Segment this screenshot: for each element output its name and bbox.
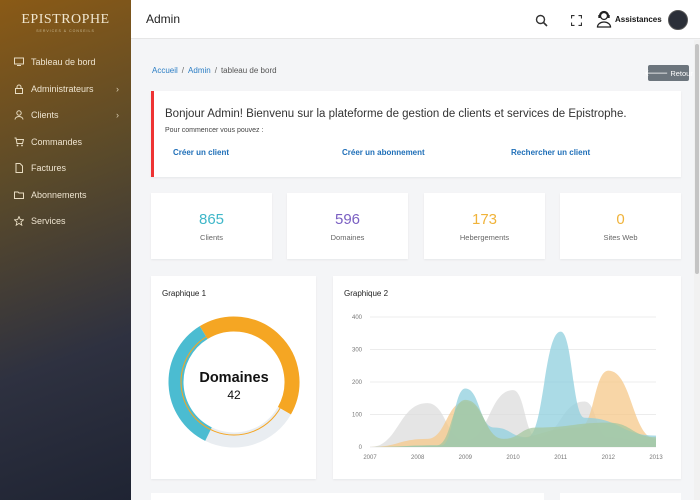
avatar[interactable] <box>668 10 688 30</box>
chevron-right-icon: › <box>116 83 119 94</box>
top-bar: Admin Assistances <box>131 0 700 39</box>
chart1-card: Graphique 1 Domaines 42 <box>151 276 316 479</box>
brand-subtitle: SERVICES & CONSEILS <box>36 28 95 33</box>
sidebar-item-label: Administrateurs <box>31 83 94 94</box>
stat-card-clients: 865 Clients <box>151 193 272 259</box>
stat-value: 865 <box>198 211 225 228</box>
monitor-icon <box>13 56 25 68</box>
brand-logo[interactable]: EPISTROPHE SERVICES & CONSEILS <box>0 0 131 40</box>
create-client-link[interactable]: Créer un client <box>173 148 229 157</box>
chevron-right-icon: › <box>116 110 119 120</box>
search-button[interactable] <box>533 12 549 28</box>
file-icon <box>13 162 25 174</box>
stat-value: 596 <box>334 211 361 228</box>
sidebar: EPISTROPHE SERVICES & CONSEILS Tableau d… <box>0 0 131 500</box>
x-tick-label: 2010 <box>506 455 520 461</box>
search-client-link[interactable]: Rechercher un client <box>511 148 590 157</box>
scrollbar[interactable] <box>694 40 700 500</box>
create-subscription-link[interactable]: Créer un abonnement <box>342 148 425 157</box>
assistance-label: Assistances <box>615 14 662 24</box>
x-tick-label: 2011 <box>554 455 568 461</box>
y-tick-label: 200 <box>352 380 363 386</box>
cart-icon <box>13 136 25 148</box>
x-tick-label: 2007 <box>363 455 377 461</box>
breadcrumb-separator: / <box>181 66 185 75</box>
fullscreen-icon <box>570 14 582 26</box>
donut-slice[interactable] <box>199 316 300 415</box>
assistance-button[interactable]: Assistances <box>596 10 662 28</box>
back-button[interactable]: 🡐 Retour <box>644 65 693 81</box>
sidebar-item-clients[interactable]: Clients › <box>0 102 131 129</box>
folder-icon <box>13 189 25 201</box>
support-agent-icon <box>596 10 612 28</box>
sidebar-nav: Tableau de bord Administrateurs › Client… <box>0 49 131 235</box>
bottom-card-left <box>151 493 544 500</box>
sidebar-item-tableau-de-bord[interactable]: Tableau de bord <box>0 49 131 76</box>
donut-slice[interactable] <box>205 406 291 448</box>
sidebar-item-factures[interactable]: Factures <box>0 155 131 182</box>
x-tick-label: 2012 <box>602 455 616 461</box>
breadcrumb-separator: / <box>214 66 217 75</box>
stat-card-hebergements: 173 Hebergements <box>424 193 545 259</box>
sidebar-item-label: Tableau de bord <box>31 57 96 68</box>
donut-center-label: Domaines <box>199 370 268 386</box>
breadcrumb-home-link[interactable]: Accueil <box>152 66 178 75</box>
x-tick-label: 2008 <box>411 455 425 461</box>
stat-label: Domaines <box>330 233 365 242</box>
lock-icon <box>13 83 25 95</box>
brand-title: EPISTROPHE <box>21 11 110 27</box>
x-tick-label: 2009 <box>459 455 473 461</box>
stat-value: 173 <box>471 211 498 228</box>
sidebar-item-label: Services <box>31 216 66 227</box>
bottom-card-right <box>560 493 681 500</box>
stat-label: Sites Web <box>603 233 638 242</box>
sidebar-item-administrateurs[interactable]: Administrateurs › <box>0 76 131 103</box>
back-button-label: Retour <box>670 68 693 78</box>
chart2-card: Graphique 2 2007 2008 2009 2010 2011 2012 2013… <box>333 276 681 479</box>
y-tick-label: 100 <box>352 413 363 419</box>
stat-card-domaines: 596 Domaines <box>287 193 408 259</box>
sidebar-item-label: Commandes <box>31 136 83 147</box>
sidebar-item-label: Abonnements <box>31 189 87 200</box>
donut-chart: Domaines 42 <box>168 316 300 448</box>
area-chart: 2007 2008 2009 2010 2011 2012 2013 0 100 200 300 4… <box>352 315 663 461</box>
stat-card-sites-web: 0 Sites Web <box>560 193 681 259</box>
search-icon <box>535 14 548 27</box>
stat-label: Clients <box>200 233 223 242</box>
x-tick-label: 2013 <box>649 455 663 461</box>
star-icon <box>13 215 25 227</box>
page-title: Admin <box>146 12 181 26</box>
welcome-message: Bonjour Admin! Bienvenu sur la plateform… <box>165 108 627 120</box>
breadcrumb: Accueil / Admin / tableau de bord <box>152 66 277 75</box>
y-tick-label: 300 <box>352 348 363 354</box>
scrollbar-thumb[interactable] <box>695 44 699 274</box>
breadcrumb-current: tableau de bord <box>220 66 277 75</box>
sidebar-item-services[interactable]: Services <box>0 208 131 235</box>
welcome-panel: Bonjour Admin! Bienvenu sur la plateform… <box>151 91 681 177</box>
sidebar-item-abonnements[interactable]: Abonnements <box>0 182 131 209</box>
user-icon <box>13 109 25 121</box>
sidebar-item-commandes[interactable]: Commandes <box>0 129 131 156</box>
breadcrumb-admin-link[interactable]: Admin <box>188 66 211 75</box>
arrow-left-icon: 🡐 <box>644 67 669 78</box>
stat-label: Hebergements <box>459 233 510 242</box>
donut-center-value: 42 <box>227 388 241 402</box>
fullscreen-button[interactable] <box>568 12 584 28</box>
y-tick-label: 400 <box>352 315 363 321</box>
sidebar-item-label: Factures <box>31 163 67 174</box>
sidebar-item-label: Clients <box>31 110 59 121</box>
y-tick-label: 0 <box>359 445 363 451</box>
stat-value: 0 <box>616 211 625 228</box>
welcome-subtext: Pour commencer vous pouvez : <box>165 127 264 134</box>
